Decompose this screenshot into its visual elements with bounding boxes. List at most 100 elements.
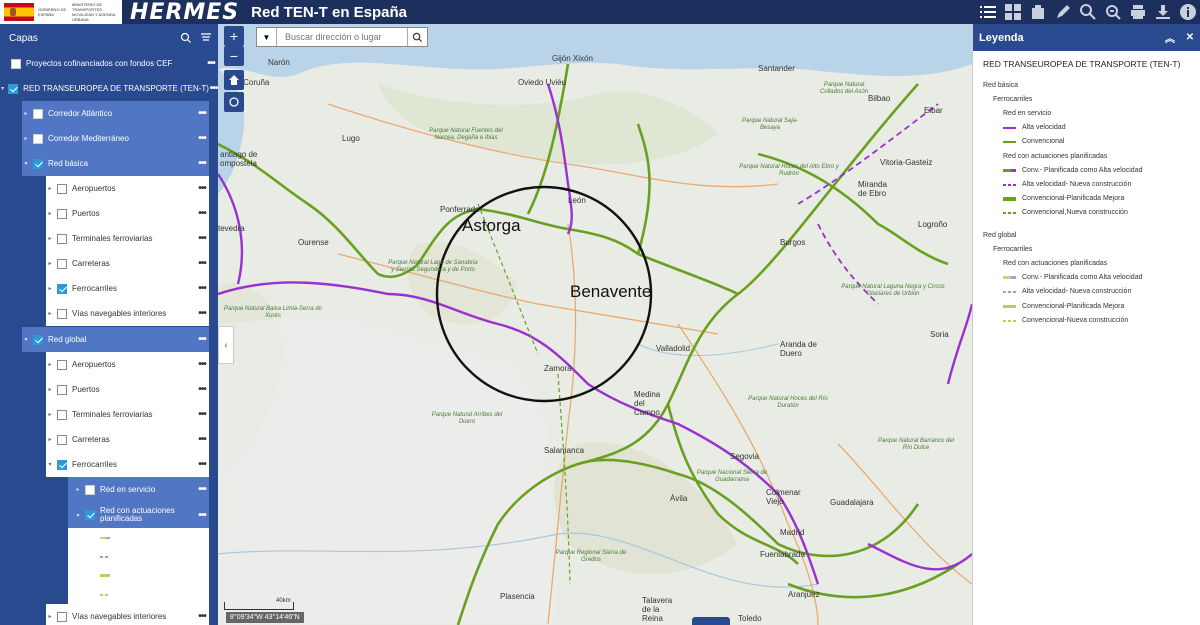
zoom-icon[interactable] — [1100, 0, 1125, 24]
filter-icon[interactable] — [198, 30, 214, 46]
layer-checkbox[interactable] — [8, 83, 19, 94]
print-icon[interactable] — [1125, 0, 1150, 24]
search-source-dropdown[interactable]: ▼ — [257, 28, 277, 46]
search-icon[interactable] — [178, 30, 194, 46]
layer-checkbox[interactable] — [57, 283, 67, 294]
layer-checkbox[interactable] — [33, 108, 43, 119]
expand-arrow-icon[interactable]: ▸ — [46, 235, 54, 242]
layer-row[interactable]: ▸ Red en servicio ••• — [68, 477, 209, 502]
expand-arrow-icon[interactable]: ▸ — [46, 361, 54, 368]
expand-arrow-icon[interactable]: ▸ — [46, 285, 54, 292]
layer-row[interactable]: ▸ Puertos ••• — [46, 201, 209, 226]
layer-row[interactable]: ▸ Terminales ferroviarias ••• — [46, 402, 209, 427]
layer-row[interactable]: ▸ Vías navegables interiores ••• — [46, 604, 209, 625]
expand-arrow-icon[interactable]: ▸ — [46, 210, 54, 217]
layer-row[interactable]: ▸ Terminales ferroviarias ••• — [46, 226, 209, 251]
close-icon[interactable]: ✕ — [1180, 32, 1200, 43]
layer-checkbox[interactable] — [57, 308, 67, 319]
briefcase-icon[interactable] — [1025, 0, 1050, 24]
layer-checkbox[interactable] — [57, 459, 67, 470]
layer-row[interactable]: ▸ Vías navegables interiores ••• — [46, 301, 209, 326]
more-options-icon[interactable]: ••• — [204, 58, 218, 69]
search-settings-icon[interactable] — [1075, 0, 1100, 24]
layer-checkbox[interactable] — [57, 183, 67, 194]
layer-checkbox[interactable] — [33, 133, 43, 144]
more-options-icon[interactable]: ••• — [195, 283, 209, 294]
more-options-icon[interactable]: ••• — [195, 334, 209, 345]
layer-row[interactable]: ▸ Carreteras ••• — [46, 251, 209, 276]
layer-row[interactable]: ▾ Ferrocarriles ••• — [46, 452, 209, 477]
layer-checkbox[interactable] — [57, 409, 67, 420]
search-button[interactable] — [407, 28, 427, 46]
layer-row[interactable]: ▾ Red básica ••• — [22, 151, 209, 176]
layer-checkbox[interactable] — [33, 334, 43, 345]
expand-arrow-icon[interactable]: ▸ — [46, 185, 54, 192]
info-icon[interactable] — [1175, 0, 1200, 24]
expand-arrow-icon[interactable]: ▸ — [46, 310, 54, 317]
more-options-icon[interactable]: ••• — [195, 409, 209, 420]
map-view[interactable]: Narón A Coruña Oviedo Uviéu Gijón Xixón … — [218, 24, 972, 625]
more-options-icon[interactable]: ••• — [195, 183, 209, 194]
more-options-icon[interactable]: ••• — [195, 108, 209, 119]
collapse-arrow-icon[interactable]: ▾ — [22, 336, 30, 343]
more-options-icon[interactable]: ••• — [195, 233, 209, 244]
more-options-icon[interactable]: ••• — [195, 208, 209, 219]
layer-checkbox[interactable] — [85, 510, 95, 520]
expand-arrow-icon[interactable]: ▸ — [74, 486, 82, 493]
layer-row[interactable]: ▸ Ferrocarriles ••• — [46, 276, 209, 301]
bottom-panel-toggle[interactable] — [692, 617, 730, 625]
more-options-icon[interactable]: ••• — [195, 359, 209, 370]
layer-checkbox[interactable] — [57, 258, 67, 269]
layer-checkbox[interactable] — [57, 359, 67, 370]
layer-checkbox[interactable] — [57, 384, 67, 395]
collapse-arrow-icon[interactable]: ▾ — [74, 512, 82, 519]
expand-arrow-icon[interactable]: ▸ — [46, 386, 54, 393]
layer-row[interactable]: ▾ Red global ••• — [22, 327, 209, 352]
layer-checkbox[interactable] — [57, 434, 67, 445]
search-input[interactable] — [277, 29, 407, 45]
expand-arrow-icon[interactable]: ▸ — [22, 135, 30, 142]
pencil-icon[interactable] — [1050, 0, 1075, 24]
layer-row[interactable]: ▸ Puertos ••• — [46, 377, 209, 402]
layer-row[interactable]: ▸ Corredor Mediterráneo ••• — [22, 126, 209, 151]
collapse-arrow-icon[interactable]: ▾ — [46, 461, 54, 468]
more-options-icon[interactable]: ••• — [195, 308, 209, 319]
layer-checkbox[interactable] — [85, 484, 95, 495]
layer-row[interactable]: ▸ Corredor Atlántico ••• — [22, 101, 209, 126]
layer-row[interactable]: ▸ Aeropuertos ••• — [46, 352, 209, 377]
expand-arrow-icon[interactable]: ▸ — [46, 613, 54, 620]
layer-checkbox[interactable] — [33, 158, 43, 169]
collapse-arrow-icon[interactable]: ▾ — [22, 160, 30, 167]
collapse-panel-button[interactable]: ‹ — [218, 326, 234, 364]
more-options-icon[interactable]: ••• — [209, 83, 218, 94]
layer-checkbox[interactable] — [11, 58, 21, 69]
layer-row[interactable]: ▾ RED TRANSEUROPEA DE TRANSPORTE (TEN-T)… — [0, 76, 218, 101]
more-options-icon[interactable]: ••• — [195, 510, 209, 521]
expand-arrow-icon[interactable]: ▸ — [46, 436, 54, 443]
layer-row[interactable]: ▸ Aeropuertos ••• — [46, 176, 209, 201]
layer-checkbox[interactable] — [57, 208, 67, 219]
expand-arrow-icon[interactable]: ▸ — [46, 260, 54, 267]
home-button[interactable] — [224, 70, 244, 90]
zoom-in-button[interactable]: + — [224, 26, 244, 46]
more-options-icon[interactable]: ••• — [195, 459, 209, 470]
layer-row[interactable]: ▾ Red con actuaciones planificadas ••• — [68, 502, 209, 528]
download-icon[interactable] — [1150, 0, 1175, 24]
more-options-icon[interactable]: ••• — [195, 384, 209, 395]
zoom-out-button[interactable]: − — [224, 46, 244, 66]
expand-arrow-icon[interactable]: ▸ — [46, 411, 54, 418]
more-options-icon[interactable]: ••• — [195, 484, 209, 495]
collapse-arrow-icon[interactable]: ▾ — [0, 85, 5, 92]
layer-checkbox[interactable] — [57, 611, 67, 622]
more-options-icon[interactable]: ••• — [195, 258, 209, 269]
more-options-icon[interactable]: ••• — [195, 434, 209, 445]
layer-checkbox[interactable] — [57, 233, 67, 244]
collapse-up-icon[interactable]: ︽ — [1160, 30, 1180, 45]
more-options-icon[interactable]: ••• — [195, 611, 209, 622]
layer-row[interactable]: ▸ Carreteras ••• — [46, 427, 209, 452]
more-options-icon[interactable]: ••• — [195, 158, 209, 169]
more-options-icon[interactable]: ••• — [195, 133, 209, 144]
locate-button[interactable] — [224, 92, 244, 112]
grid-icon[interactable] — [1000, 0, 1025, 24]
expand-arrow-icon[interactable]: ▸ — [22, 110, 30, 117]
